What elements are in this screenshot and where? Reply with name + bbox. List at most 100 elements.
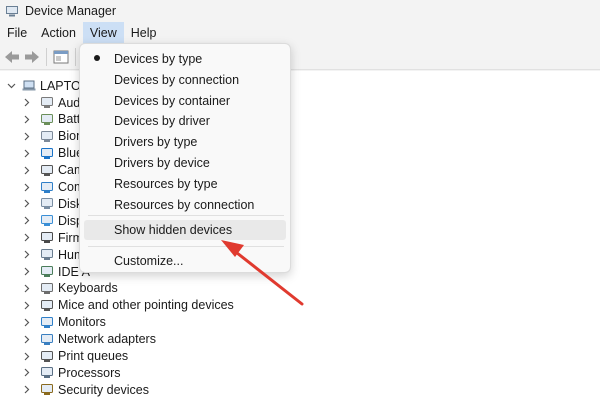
view-menu-item-label: Resources by type xyxy=(114,176,218,191)
view-menu-item[interactable]: Drivers by device xyxy=(84,153,286,173)
category-label: Security devices xyxy=(58,382,150,397)
chevron-right-icon[interactable] xyxy=(22,385,32,395)
chevron-right-icon[interactable] xyxy=(22,233,32,243)
chevron-right-icon[interactable] xyxy=(22,114,32,124)
chevron-right-icon[interactable] xyxy=(22,250,32,260)
menu-view[interactable]: View xyxy=(82,22,124,44)
tree-category-row[interactable]: Disp xyxy=(22,212,83,229)
chevron-down-icon[interactable] xyxy=(6,81,16,91)
mouse-icon xyxy=(40,298,54,312)
view-menu-item-label: Devices by connection xyxy=(114,72,240,87)
customize-item[interactable]: Customize... xyxy=(84,251,286,271)
tree-category-row[interactable]: Firm xyxy=(22,229,83,246)
view-menu-item[interactable]: Devices by connection xyxy=(84,70,286,90)
chevron-right-icon[interactable] xyxy=(22,182,32,192)
device-manager-icon xyxy=(6,5,18,17)
bluetooth-icon xyxy=(40,146,54,160)
toolbar-separator xyxy=(46,47,47,66)
menu-help[interactable]: Help xyxy=(124,22,164,44)
tree-category-row[interactable]: Com xyxy=(22,179,84,196)
view-menu-item-label: Resources by connection xyxy=(114,197,255,212)
tree-category-row[interactable]: Network adapters xyxy=(22,331,156,348)
keyboard-icon xyxy=(40,281,54,295)
view-menu-item[interactable]: Drivers by type xyxy=(84,132,286,152)
view-menu-item[interactable]: Devices by driver xyxy=(84,111,286,131)
chevron-right-icon[interactable] xyxy=(22,334,32,344)
properties-icon[interactable] xyxy=(51,47,71,67)
battery-icon xyxy=(40,112,54,126)
category-label: Mice and other pointing devices xyxy=(58,298,234,313)
category-label: Monitors xyxy=(58,315,106,330)
view-menu-item-label: Drivers by device xyxy=(114,156,210,170)
tree-category-row[interactable]: Print queues xyxy=(22,348,128,365)
menu-separator xyxy=(88,215,284,216)
back-arrow-icon[interactable] xyxy=(2,47,22,67)
tree-category-row[interactable]: Cam xyxy=(22,162,84,179)
view-menu-item[interactable]: Devices by container xyxy=(84,91,286,111)
category-label: Batt xyxy=(58,112,81,127)
speaker-icon xyxy=(40,96,54,110)
show-hidden-devices-label: Show hidden devices xyxy=(114,223,233,237)
tree-category-row[interactable]: Batt xyxy=(22,111,80,128)
tree-category-row[interactable]: Monitors xyxy=(22,314,106,331)
category-label: Aud xyxy=(58,95,81,110)
security-icon xyxy=(40,383,54,397)
tree-category-row[interactable]: Processors xyxy=(22,364,121,381)
display-icon xyxy=(40,214,54,228)
selected-bullet-icon xyxy=(94,55,100,61)
forward-arrow-icon[interactable] xyxy=(22,47,42,67)
category-label: Keyboards xyxy=(58,281,118,296)
menu-file[interactable]: File xyxy=(0,22,34,44)
tree-category-row[interactable]: Mice and other pointing devices xyxy=(22,297,234,314)
toolbar-separator xyxy=(75,47,76,66)
network-icon xyxy=(40,332,54,346)
tree-category-row[interactable]: Hum xyxy=(22,246,84,263)
biometric-icon xyxy=(40,129,54,143)
disk-icon xyxy=(40,197,54,211)
firmware-icon xyxy=(40,231,54,245)
view-menu-item-label: Devices by type xyxy=(114,52,203,66)
chevron-right-icon[interactable] xyxy=(22,317,32,327)
chevron-right-icon[interactable] xyxy=(22,351,32,361)
view-menu-item[interactable]: Resources by connection xyxy=(84,195,286,215)
menu-bar: File Action View Help xyxy=(0,22,600,44)
category-label: Processors xyxy=(58,365,121,380)
chevron-right-icon[interactable] xyxy=(22,300,32,310)
chevron-right-icon[interactable] xyxy=(22,283,32,293)
title-bar: Device Manager xyxy=(0,0,600,22)
customize-label: Customize... xyxy=(114,254,184,268)
chevron-right-icon[interactable] xyxy=(22,267,32,277)
tree-category-row[interactable]: Blue xyxy=(22,145,83,162)
tree-category-row[interactable]: Disk xyxy=(22,195,82,212)
chevron-right-icon[interactable] xyxy=(22,148,32,158)
tree-category-row[interactable]: Aud xyxy=(22,94,80,111)
chevron-right-icon[interactable] xyxy=(22,165,32,175)
view-menu-item-label: Drivers by type xyxy=(114,135,198,150)
laptop-icon xyxy=(22,79,36,93)
view-menu-item[interactable]: Devices by type xyxy=(84,49,286,69)
printer-icon xyxy=(40,349,54,363)
tree-category-row[interactable]: Bion xyxy=(22,128,83,145)
ide-icon xyxy=(40,265,54,279)
window-title: Device Manager xyxy=(25,4,117,18)
category-label: Network adapters xyxy=(58,332,156,347)
view-dropdown-menu: Devices by type Devices by connection Devi… xyxy=(79,43,291,273)
chevron-right-icon[interactable] xyxy=(22,199,32,209)
camera-icon xyxy=(40,163,54,177)
chevron-right-icon[interactable] xyxy=(22,131,32,141)
show-hidden-devices-item[interactable]: Show hidden devices xyxy=(84,220,286,240)
tree-category-row[interactable]: Keyboards xyxy=(22,280,118,297)
processor-icon xyxy=(40,366,54,380)
view-menu-item-label: Devices by container xyxy=(114,93,231,108)
view-menu-item-label: Devices by driver xyxy=(114,114,210,129)
computer-icon xyxy=(40,180,54,194)
chevron-right-icon[interactable] xyxy=(22,368,32,378)
chevron-right-icon[interactable] xyxy=(22,216,32,226)
hid-icon xyxy=(40,248,54,262)
monitor-icon xyxy=(40,315,54,329)
view-menu-item[interactable]: Resources by type xyxy=(84,174,286,194)
chevron-right-icon[interactable] xyxy=(22,98,32,108)
tree-category-row[interactable]: Security devices xyxy=(22,381,149,398)
menu-action[interactable]: Action xyxy=(34,22,83,44)
category-label: Print queues xyxy=(58,349,129,363)
